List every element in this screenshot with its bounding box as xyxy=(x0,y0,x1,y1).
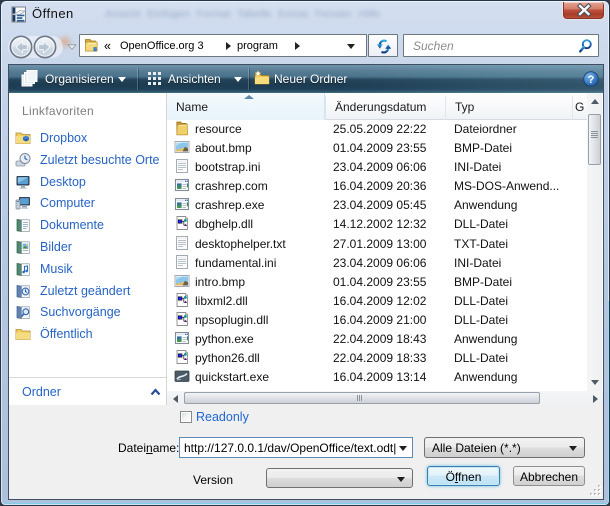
svg-text:?: ? xyxy=(588,74,595,86)
